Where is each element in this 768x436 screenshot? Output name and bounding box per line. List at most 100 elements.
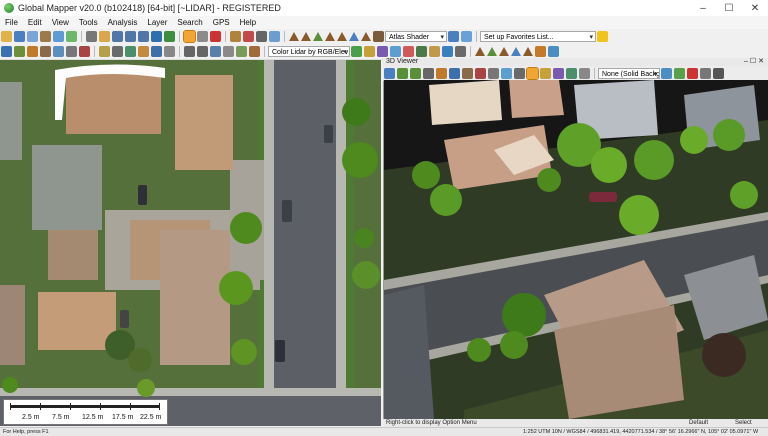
close-button[interactable]: ✕	[742, 0, 768, 16]
shader-settings-icon[interactable]	[373, 31, 384, 42]
lidar-profile-icon[interactable]	[112, 46, 123, 57]
measure-icon[interactable]	[230, 31, 241, 42]
ground-classify-icon[interactable]	[455, 46, 466, 57]
edit-vertex-icon[interactable]	[197, 31, 208, 42]
control-center-icon[interactable]	[27, 31, 38, 42]
create-circle-icon[interactable]	[53, 46, 64, 57]
3d-stop-icon[interactable]	[687, 67, 698, 79]
menu-edit[interactable]: Edit	[23, 18, 47, 27]
background-select[interactable]: None (Solid Background)	[598, 67, 660, 79]
open-folder-icon[interactable]	[1, 31, 12, 42]
home-icon[interactable]	[164, 31, 175, 42]
delete-feature-icon[interactable]	[210, 31, 221, 42]
3d-select-icon[interactable]	[553, 67, 564, 79]
menu-bar: File Edit View Tools Analysis Layer Sear…	[0, 16, 768, 29]
minimize-button[interactable]: –	[690, 0, 716, 16]
draw-line-icon[interactable]	[197, 46, 208, 57]
lidar-grid-icon[interactable]	[151, 46, 162, 57]
vertical-exaggeration-icon[interactable]	[461, 31, 472, 42]
3d-settings-icon[interactable]	[514, 67, 525, 79]
favorites-select[interactable]: Set up Favorites List...	[480, 31, 596, 42]
zoom-out-icon[interactable]	[125, 31, 136, 42]
menu-help[interactable]: Help	[235, 18, 261, 27]
3d-record-icon[interactable]	[661, 67, 672, 79]
feature-info-icon[interactable]	[243, 31, 254, 42]
menu-search[interactable]: Search	[172, 18, 207, 27]
viewer-3d-canvas[interactable]	[384, 80, 768, 419]
pointer-icon[interactable]	[86, 31, 97, 42]
3d-light-icon[interactable]	[501, 67, 512, 79]
viewer-minimize-button[interactable]: –	[744, 58, 748, 65]
3d-reset-view-icon[interactable]	[384, 67, 395, 79]
menu-view[interactable]: View	[47, 18, 74, 27]
3d-fullscreen-icon[interactable]	[700, 67, 711, 79]
3d-walk-icon[interactable]	[423, 67, 434, 79]
3d-play-icon[interactable]	[674, 67, 685, 79]
color-legend-icon[interactable]	[351, 46, 362, 57]
grid-icon[interactable]	[223, 46, 234, 57]
building-classify-icon[interactable]	[429, 46, 440, 57]
menu-layer[interactable]: Layer	[142, 18, 172, 27]
map-layout-icon[interactable]	[66, 31, 77, 42]
menu-analysis[interactable]: Analysis	[103, 18, 143, 27]
lidar-query-icon[interactable]	[377, 46, 388, 57]
3d-zoom-out-icon[interactable]	[410, 67, 421, 79]
rotate-icon[interactable]	[249, 46, 260, 57]
save-icon[interactable]	[14, 31, 25, 42]
viewer-close-button[interactable]: ✕	[758, 58, 764, 65]
create-area-icon[interactable]	[1, 46, 12, 57]
create-line-icon[interactable]	[14, 46, 25, 57]
lidar-stats-icon[interactable]	[364, 46, 375, 57]
lidar-classify-icon[interactable]	[125, 46, 136, 57]
menu-gps[interactable]: GPS	[208, 18, 235, 27]
3d-zoom-in-icon[interactable]	[397, 67, 408, 79]
lidar-3d-icon[interactable]	[164, 46, 175, 57]
create-rectangle-icon[interactable]	[40, 46, 51, 57]
3d-fly-icon[interactable]	[436, 67, 447, 79]
lidar-draw-icon[interactable]	[390, 46, 401, 57]
lidar-color-select[interactable]: Color Lidar by RGB/Elev	[268, 46, 350, 57]
path-profile-icon[interactable]	[256, 31, 267, 42]
crop-icon[interactable]	[236, 46, 247, 57]
3d-sky-icon[interactable]	[579, 67, 590, 79]
3d-measure-icon[interactable]	[540, 67, 551, 79]
move-feature-icon[interactable]	[66, 46, 77, 57]
toolbar-row-1: Atlas Shader Set up Favorites List...	[0, 29, 768, 45]
scale-label-4: 17.5 m	[112, 414, 134, 421]
menu-tools[interactable]: Tools	[74, 18, 103, 27]
snap-icon[interactable]	[210, 46, 221, 57]
3d-rotate-icon[interactable]	[475, 67, 486, 79]
lidar-noise-icon[interactable]	[403, 46, 414, 57]
viewer-restore-button[interactable]: ☐	[750, 58, 756, 65]
viewer-3d-title: 3D Viewer	[386, 58, 419, 65]
draw-polyline-icon[interactable]	[184, 46, 195, 57]
tree-classify-icon[interactable]	[416, 46, 427, 57]
maximize-button[interactable]: ☐	[716, 0, 742, 16]
toolbox-icon[interactable]	[40, 31, 51, 42]
3d-digitizer-icon[interactable]	[526, 66, 539, 80]
globe-download-icon[interactable]	[53, 31, 64, 42]
split-line-icon[interactable]	[79, 46, 90, 57]
menu-file[interactable]: File	[0, 18, 23, 27]
lidar-filter-icon[interactable]	[99, 46, 110, 57]
zoom-in-icon[interactable]	[112, 31, 123, 42]
hand-pan-icon[interactable]	[99, 31, 110, 42]
back-arrow-icon[interactable]	[151, 31, 162, 42]
zoom-box-icon[interactable]	[138, 31, 149, 42]
favorites-star-icon[interactable]	[597, 31, 608, 42]
digitizer-icon[interactable]	[183, 30, 196, 43]
3d-tilt-icon[interactable]	[488, 67, 499, 79]
3d-water-icon[interactable]	[566, 67, 577, 79]
3d-home-icon[interactable]	[449, 67, 460, 79]
map-view-2d[interactable]	[0, 60, 381, 426]
create-point-icon[interactable]	[27, 46, 38, 57]
light-direction-icon[interactable]	[448, 31, 459, 42]
lidar-select-icon[interactable]	[138, 46, 149, 57]
water-classify-icon[interactable]	[442, 46, 453, 57]
3d-pan-icon[interactable]	[462, 67, 473, 79]
shader-select[interactable]: Atlas Shader	[385, 31, 447, 42]
3d-camera-icon[interactable]	[713, 67, 724, 79]
contour-icon[interactable]	[548, 46, 559, 57]
elevation-grid-icon[interactable]	[535, 46, 546, 57]
view-shed-icon[interactable]	[269, 31, 280, 42]
